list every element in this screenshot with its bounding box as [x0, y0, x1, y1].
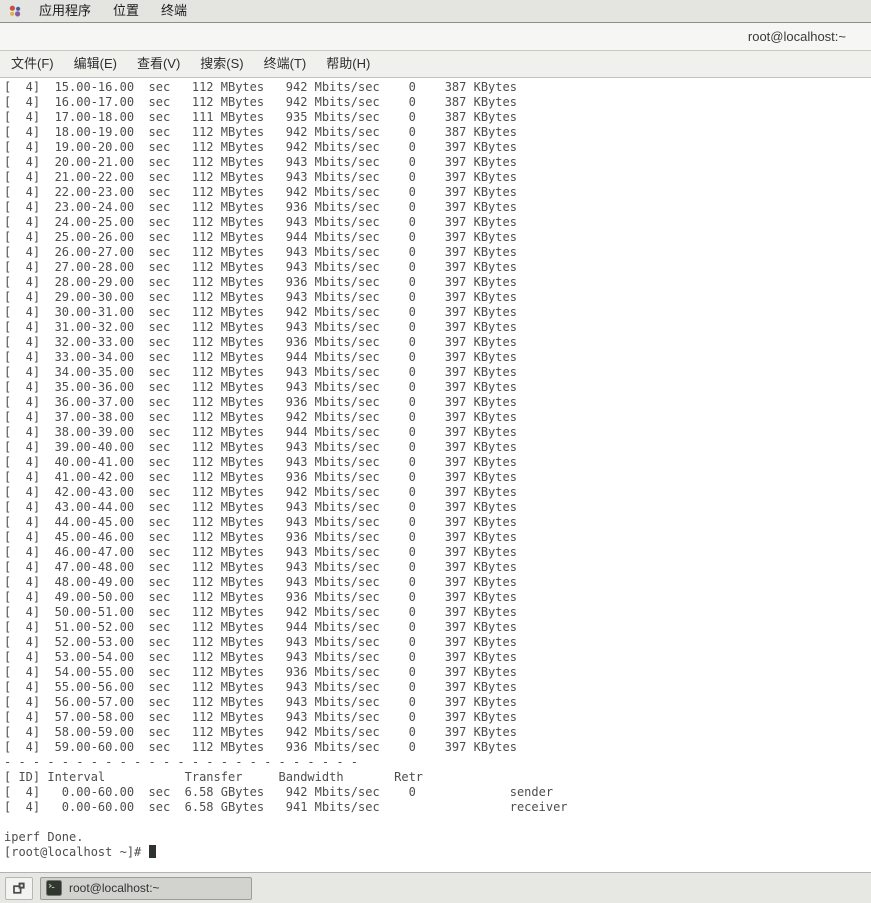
- panel-menu-applications[interactable]: 应用程序: [28, 0, 102, 22]
- terminal-cursor: [149, 845, 156, 858]
- taskbar-window-label: root@localhost:~: [69, 881, 160, 895]
- shell-prompt-line: [root@localhost ~]#: [4, 845, 871, 860]
- panel-menu-places[interactable]: 位置: [102, 0, 150, 22]
- terminal-viewport[interactable]: [ 4] 15.00-16.00 sec 112 MBytes 942 Mbit…: [0, 78, 871, 872]
- shell-prompt: [root@localhost ~]#: [4, 845, 149, 859]
- window-title: root@localhost:~: [748, 29, 846, 44]
- desktop: 应用程序 位置 终端 root@localhost:~ 文件(F) 编辑(E) …: [0, 0, 871, 903]
- taskbar: root@localhost:~: [0, 872, 871, 903]
- panel-menu-terminal[interactable]: 终端: [150, 0, 198, 22]
- terminal-output: [ 4] 15.00-16.00 sec 112 MBytes 942 Mbit…: [4, 80, 871, 845]
- top-panel: 应用程序 位置 终端: [0, 0, 871, 23]
- menu-search[interactable]: 搜索(S): [190, 51, 253, 77]
- menu-terminal[interactable]: 终端(T): [254, 51, 317, 77]
- applications-icon: [8, 4, 22, 18]
- menu-file[interactable]: 文件(F): [1, 51, 64, 77]
- menu-edit[interactable]: 编辑(E): [64, 51, 127, 77]
- terminal-menu-bar: 文件(F) 编辑(E) 查看(V) 搜索(S) 终端(T) 帮助(H): [0, 51, 871, 78]
- taskbar-window-button[interactable]: root@localhost:~: [40, 877, 252, 900]
- show-desktop-button[interactable]: [5, 877, 33, 900]
- show-desktop-icon: [12, 881, 26, 895]
- menu-view[interactable]: 查看(V): [127, 51, 190, 77]
- menu-help[interactable]: 帮助(H): [316, 51, 380, 77]
- window-title-bar[interactable]: root@localhost:~: [0, 23, 871, 51]
- terminal-window-icon: [46, 880, 62, 896]
- applications-menu[interactable]: [0, 4, 28, 18]
